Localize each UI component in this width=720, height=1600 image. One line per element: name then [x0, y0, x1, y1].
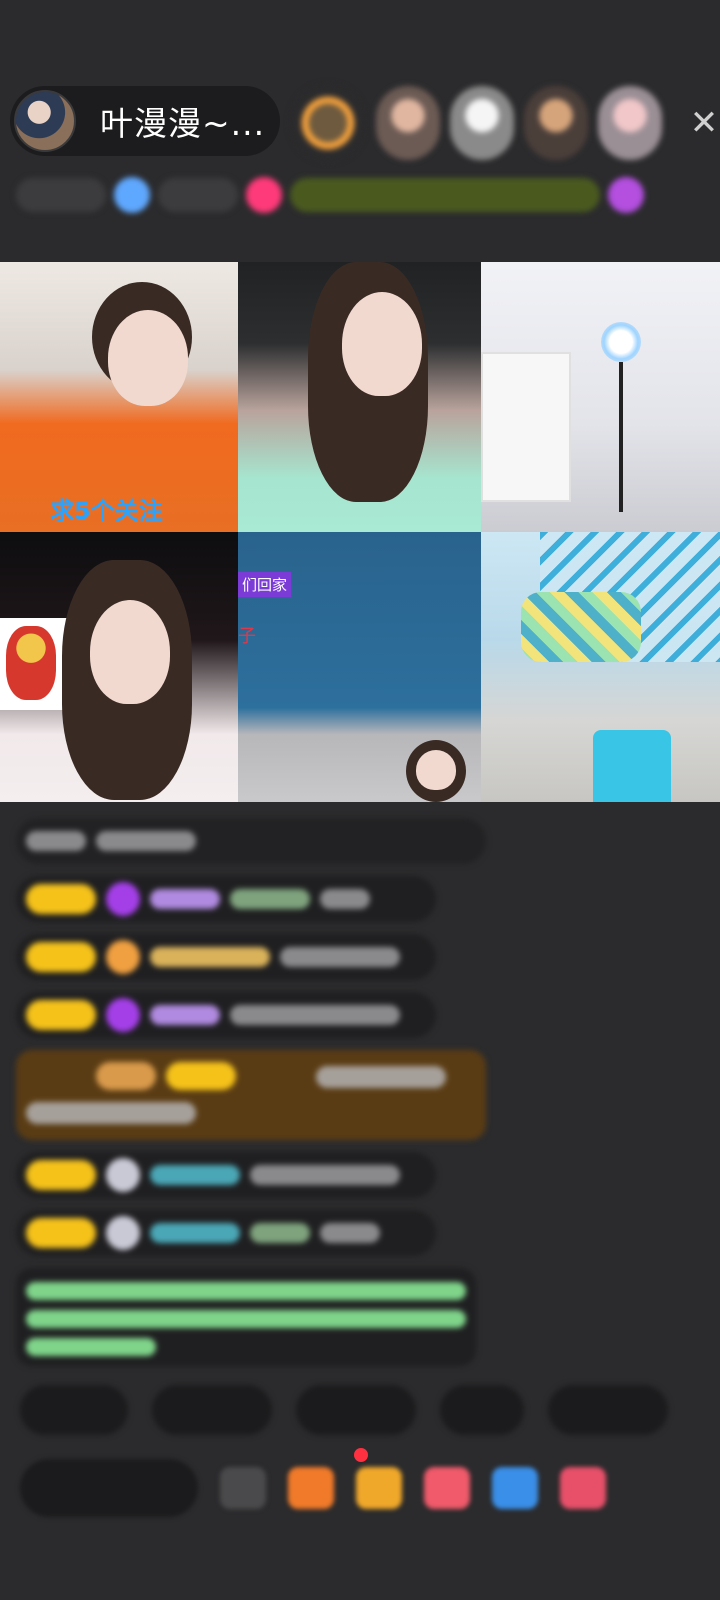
overlay-text: 子	[238, 626, 256, 647]
chat-username[interactable]	[150, 1223, 240, 1243]
quick-reply-button[interactable]	[296, 1385, 416, 1435]
fan-badge	[96, 1062, 156, 1090]
chat-text	[26, 831, 86, 851]
chat-text	[250, 1223, 310, 1243]
video-cell[interactable]	[481, 262, 720, 532]
chat-username[interactable]	[150, 889, 220, 909]
notice-banner[interactable]	[290, 178, 600, 212]
close-icon[interactable]: ✕	[684, 103, 720, 143]
multi-guest-video-grid: 求5个关注 们回家 子	[0, 262, 720, 802]
chat-text	[280, 947, 400, 967]
guest-figure	[521, 592, 641, 662]
chat-text	[250, 1165, 400, 1185]
video-cell[interactable]	[0, 532, 238, 802]
stats-bar	[16, 172, 706, 218]
chat-list[interactable]	[16, 818, 496, 1366]
guest-face	[90, 600, 170, 704]
notification-dot	[354, 1448, 368, 1462]
viewer-avatar[interactable]	[376, 86, 440, 160]
gem-icon	[106, 998, 140, 1032]
emoji-icon[interactable]	[220, 1467, 266, 1509]
quick-reply-row	[20, 1385, 720, 1435]
chat-text	[96, 831, 196, 851]
notice-line	[26, 1338, 156, 1356]
chat-text	[316, 1066, 446, 1088]
chat-message[interactable]	[16, 876, 436, 922]
chat-username[interactable]	[150, 1165, 240, 1185]
chat-text	[320, 1223, 380, 1243]
gift-icon[interactable]	[608, 177, 644, 213]
heart-icon[interactable]	[246, 177, 282, 213]
viewer-avatar[interactable]	[290, 84, 366, 162]
notice-line	[26, 1310, 466, 1328]
sticker-image	[0, 618, 70, 710]
quick-reply-button[interactable]	[440, 1385, 524, 1435]
level-badge	[26, 1160, 96, 1190]
video-cell[interactable]: 们回家 子	[238, 532, 481, 802]
bottom-action-bar	[20, 1455, 720, 1521]
quick-reply-button[interactable]	[548, 1385, 668, 1435]
gem-icon	[106, 1158, 140, 1192]
chat-text	[230, 889, 310, 909]
tripod	[619, 362, 623, 512]
chat-message[interactable]	[16, 1210, 436, 1256]
chat-message[interactable]	[16, 818, 486, 864]
host-name[interactable]: 叶漫漫~...	[100, 97, 265, 145]
viewer-avatar[interactable]	[450, 86, 514, 160]
viewer-avatar[interactable]	[524, 86, 588, 160]
chat-text	[26, 1102, 196, 1124]
lucky-bag-icon[interactable]	[424, 1467, 470, 1509]
chat-text	[320, 889, 370, 909]
chat-username[interactable]	[150, 947, 270, 967]
live-room-screen: 叶漫漫~... ✕ 求5个关注 们回家 子	[0, 0, 720, 1600]
fireplace	[481, 352, 571, 502]
level-badge	[26, 1218, 96, 1248]
chat-message[interactable]	[16, 992, 436, 1038]
notice-line	[26, 1282, 466, 1300]
viewer-avatar[interactable]	[598, 86, 662, 160]
chat-gift-message[interactable]	[16, 1050, 486, 1140]
game-icon[interactable]	[492, 1467, 538, 1509]
level-badge	[26, 942, 96, 972]
overlay-caption: 求5个关注	[50, 497, 163, 525]
chat-message[interactable]	[16, 934, 436, 980]
host-info-pill[interactable]: 叶漫漫~...	[10, 86, 280, 156]
video-cell[interactable]	[481, 532, 720, 802]
level-badge	[166, 1062, 236, 1090]
gift-box-icon[interactable]	[356, 1467, 402, 1509]
video-cell[interactable]	[238, 262, 481, 532]
rank-icon	[114, 177, 150, 213]
level-badge	[26, 1000, 96, 1030]
top-viewers-row: ✕	[290, 84, 720, 162]
stool	[593, 730, 671, 802]
quick-reply-button[interactable]	[20, 1385, 128, 1435]
gem-icon	[106, 882, 140, 916]
chat-text	[230, 1005, 400, 1025]
gift-icon[interactable]	[560, 1467, 606, 1509]
comment-input[interactable]	[20, 1459, 198, 1517]
level-badge	[26, 884, 96, 914]
shop-icon[interactable]	[288, 1467, 334, 1509]
guest-face	[108, 310, 188, 406]
chat-message[interactable]	[16, 1152, 436, 1198]
stat-chip[interactable]	[158, 178, 238, 212]
stat-chip[interactable]	[16, 178, 106, 212]
overlay-tag: 们回家	[238, 572, 292, 597]
gem-icon	[106, 940, 140, 974]
video-cell[interactable]: 求5个关注	[0, 262, 238, 532]
system-notice	[16, 1268, 476, 1366]
gem-icon	[106, 1216, 140, 1250]
chat-username[interactable]	[150, 1005, 220, 1025]
quick-reply-button[interactable]	[152, 1385, 272, 1435]
ring-light	[601, 322, 641, 362]
host-avatar[interactable]	[14, 90, 76, 152]
guest-face	[342, 292, 422, 396]
guest-face	[416, 750, 456, 790]
